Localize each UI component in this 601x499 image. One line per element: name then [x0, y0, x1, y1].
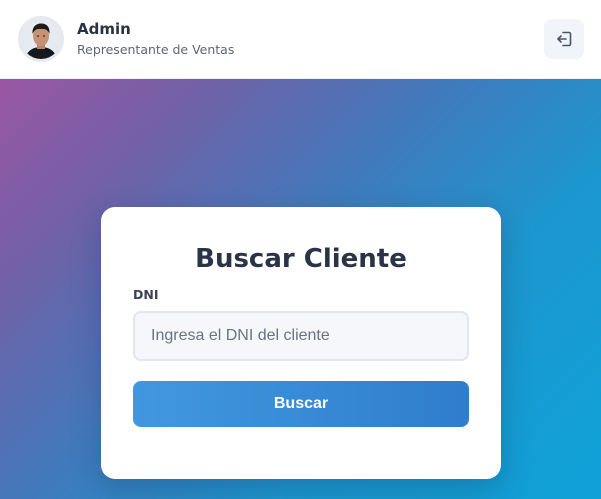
gradient-background: Buscar Cliente DNI Buscar: [0, 79, 601, 499]
top-header: Admin Representante de Ventas: [0, 0, 601, 79]
logout-icon: [557, 31, 572, 47]
avatar[interactable]: [18, 16, 64, 62]
user-role: Representante de Ventas: [77, 42, 235, 57]
dni-input[interactable]: [133, 311, 469, 361]
user-name: Admin: [77, 20, 131, 38]
logout-button[interactable]: [544, 19, 584, 59]
search-button[interactable]: Buscar: [133, 381, 469, 427]
user-info: Admin Representante de Ventas: [77, 20, 234, 58]
card-title: Buscar Cliente: [195, 244, 407, 274]
user-avatar-icon: [21, 19, 61, 59]
search-client-card: Buscar Cliente DNI Buscar: [101, 207, 501, 479]
dni-label: DNI: [133, 287, 159, 302]
